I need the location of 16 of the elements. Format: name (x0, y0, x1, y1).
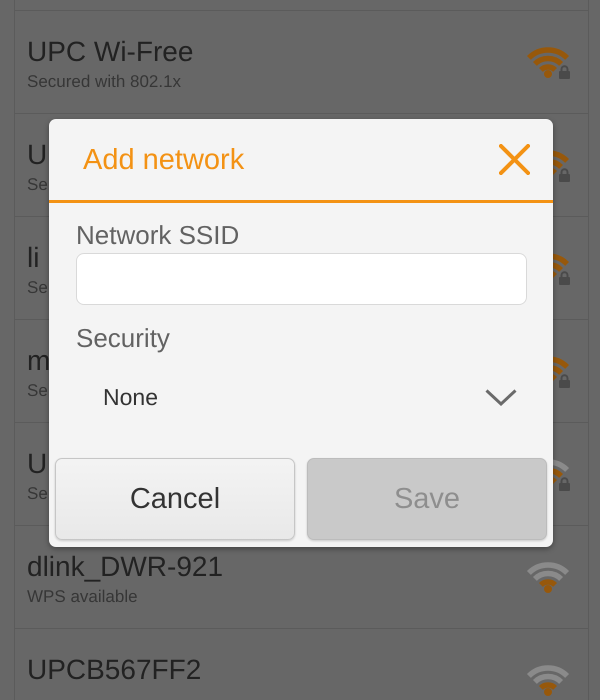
security-dropdown[interactable]: None (76, 372, 527, 422)
field-label: Security (76, 323, 170, 353)
network-name: UPCB567FF2 (27, 655, 202, 685)
network-name: dlink_DWR-921 (27, 552, 224, 582)
chevron-icon (485, 388, 517, 406)
close-icon (499, 144, 530, 175)
network-name: UPC Wi-Free (27, 37, 194, 67)
field-label: Network SSID (76, 220, 240, 250)
network-name: U (27, 449, 48, 479)
network-name: U (27, 140, 48, 170)
ssid-input[interactable] (76, 253, 527, 305)
network-name: li (27, 243, 40, 273)
dialog-title: Add network (83, 142, 244, 176)
network-name: m (27, 346, 50, 376)
close-button[interactable] (499, 144, 530, 175)
cancel-button[interactable]: Cancel (55, 458, 295, 540)
